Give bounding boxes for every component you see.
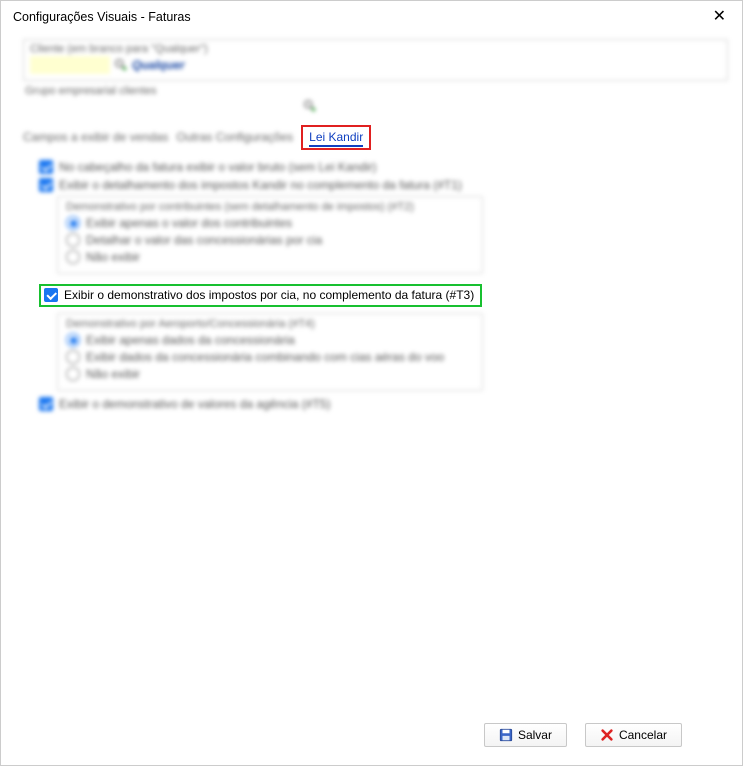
label-t2-c: Não exibir [86,250,140,264]
radio-t2-valor-contribuintes[interactable] [66,216,80,230]
checkbox-cabecalho-bruto[interactable] [39,160,53,174]
search-icon[interactable] [114,58,128,72]
tab-lei-kandir[interactable]: Lei Kandir [309,130,363,147]
cliente-field-group: Cliente (em branco para "Qualquer") Qual… [23,39,728,81]
label-t4-b: Exibir dados da concessionária combinand… [86,350,444,364]
save-button[interactable]: Salvar [484,723,567,747]
label-t4-c: Não exibir [86,367,140,381]
tab-lei-kandir-highlight: Lei Kandir [301,125,371,150]
tab-campos-vendas[interactable]: Campos a exibir de vendas [23,130,168,144]
cliente-input[interactable] [30,56,110,74]
cliente-label: Cliente (em branco para "Qualquer") [30,43,721,55]
radio-t4-nao-exibir[interactable] [66,367,80,381]
save-icon [499,728,513,742]
search-icon[interactable] [303,99,317,113]
group-t4-title: Demonstrativo por Aeroporto/Concessionár… [66,318,474,330]
label-detalhamento-t1: Exibir o detalhamento dos impostos Kandi… [59,178,462,192]
radio-t4-dados-concessionaria[interactable] [66,333,80,347]
group-t2: Demonstrativo por contribuintes (sem det… [57,196,483,274]
label-t4-a: Exibir apenas dados da concessionária [86,333,295,347]
window-title: Configurações Visuais - Faturas [13,10,191,24]
grupo-label: Grupo empresarial clientes [25,85,728,97]
checkbox-t5[interactable] [39,397,53,411]
label-t5: Exibir o demonstrativo de valores da agê… [59,397,330,411]
label-t2-a: Exibir apenas o valor dos contribuintes [86,216,292,230]
group-t2-title: Demonstrativo por contribuintes (sem det… [66,201,474,213]
save-button-label: Salvar [518,728,552,742]
radio-t4-combinando-cias[interactable] [66,350,80,364]
group-t4: Demonstrativo por Aeroporto/Concessionár… [57,313,483,391]
checkbox-t3[interactable] [44,288,58,302]
label-t3: Exibir o demonstrativo dos impostos por … [64,288,474,302]
cancel-button[interactable]: Cancelar [585,723,682,747]
grupo-row [23,99,728,117]
tab-outras-config[interactable]: Outras Configurações [176,130,293,144]
checkbox-detalhamento-t1[interactable] [39,178,53,192]
close-button[interactable]: ✕ [707,7,732,27]
radio-t2-detalhar-concessionarias[interactable] [66,233,80,247]
label-cabecalho-bruto: No cabeçalho da fatura exibir o valor br… [59,160,377,174]
cancel-icon [600,728,614,742]
cliente-placeholder: Qualquer [132,58,185,72]
radio-t2-nao-exibir[interactable] [66,250,80,264]
cancel-button-label: Cancelar [619,728,667,742]
checkbox-t3-highlight: Exibir o demonstrativo dos impostos por … [39,284,482,307]
label-t2-b: Detalhar o valor das concessionárias por… [86,233,322,247]
